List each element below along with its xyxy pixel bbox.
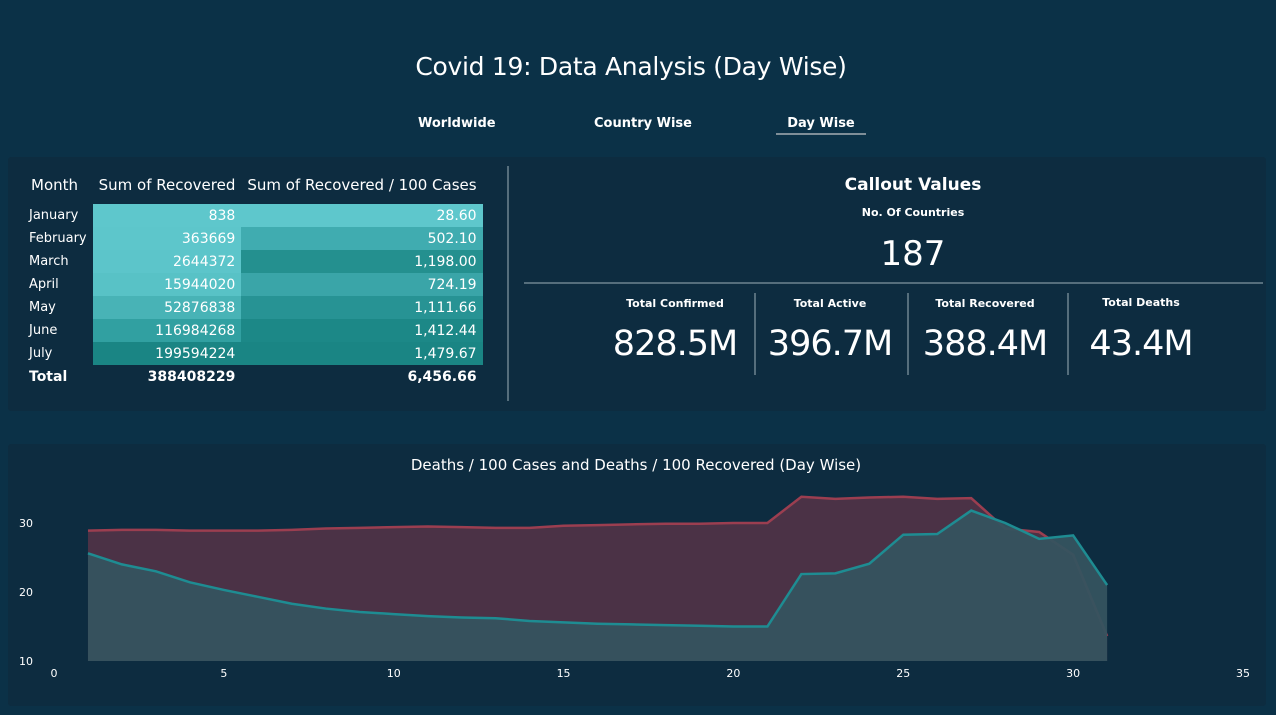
x-tick-label: 15 <box>557 667 571 680</box>
y-tick-label: 10 <box>19 655 33 668</box>
x-tick-label: 30 <box>1066 667 1080 680</box>
x-tick-label: 5 <box>220 667 227 680</box>
x-tick-label: 10 <box>387 667 401 680</box>
x-tick-label: 35 <box>1236 667 1250 680</box>
y-tick-label: 20 <box>19 586 33 599</box>
x-tick-label: 0 <box>51 667 58 680</box>
area-chart[interactable]: 0 5 10 15 20 25 30 35 10 20 30 <box>0 0 1276 715</box>
x-tick-label: 20 <box>726 667 740 680</box>
x-tick-label: 25 <box>896 667 910 680</box>
y-tick-label: 30 <box>19 517 33 530</box>
